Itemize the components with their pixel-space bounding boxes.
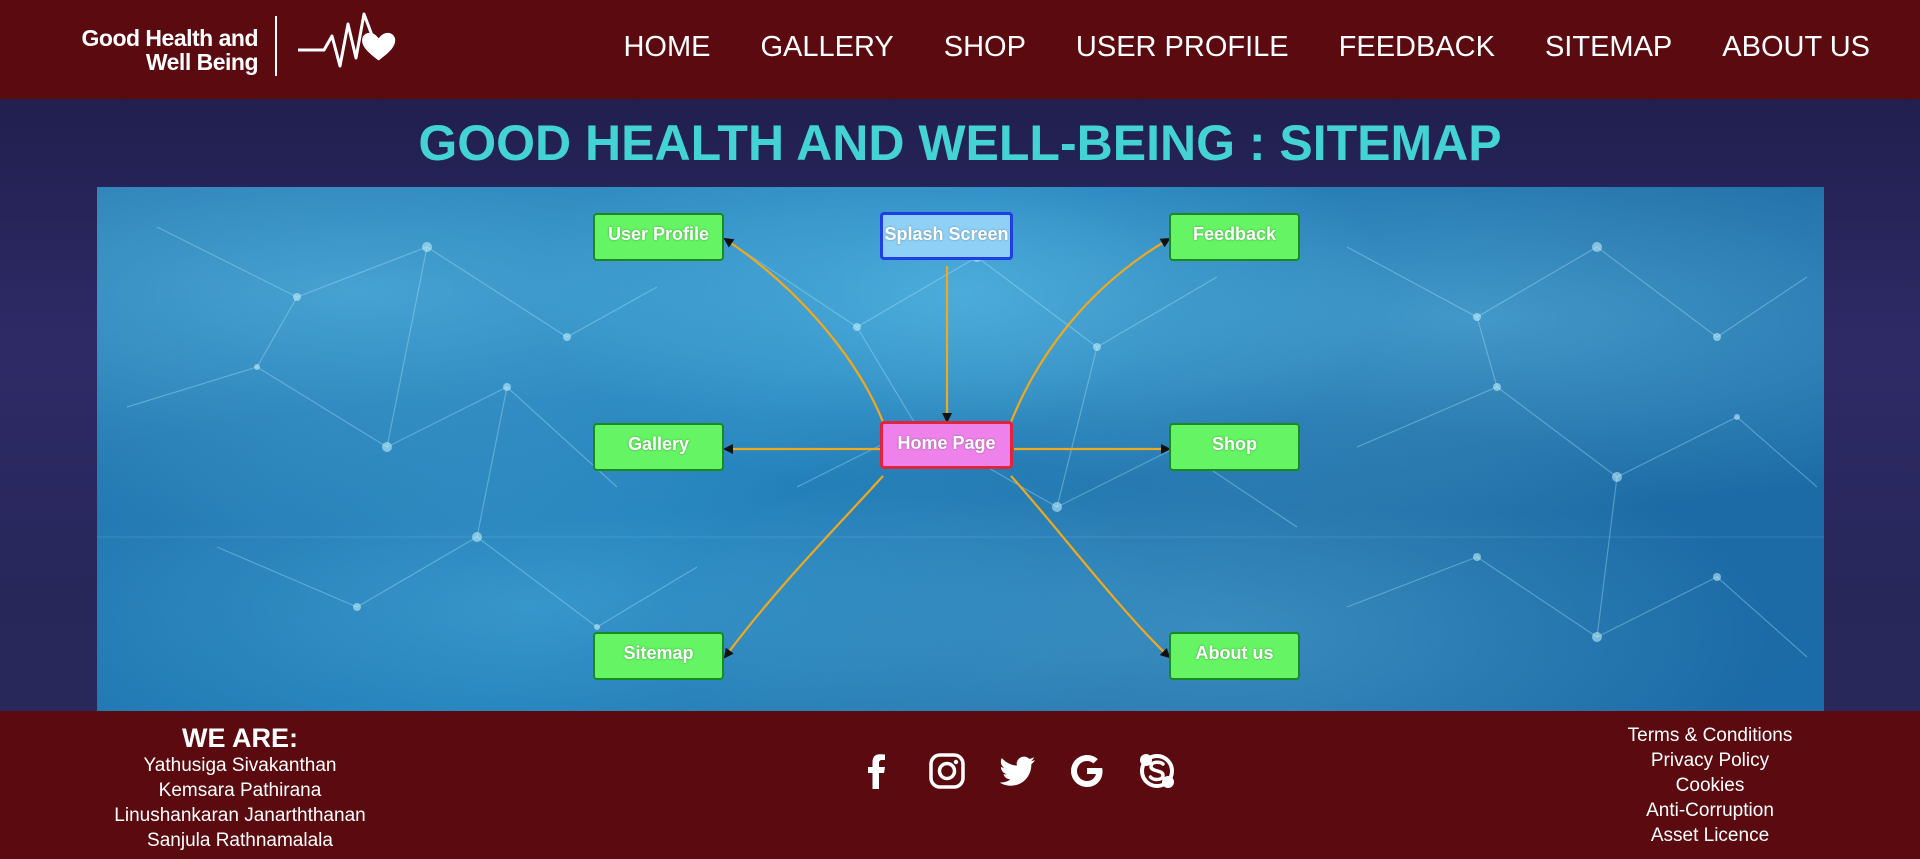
edge-home-about-us	[1010, 475, 1171, 659]
node-shop[interactable]: Shop	[1169, 423, 1300, 471]
edge-home-user-profile	[723, 237, 885, 423]
node-about-us[interactable]: About us	[1169, 632, 1300, 680]
nav-user-profile[interactable]: USER PROFILE	[1076, 30, 1289, 64]
node-sitemap[interactable]: Sitemap	[593, 632, 724, 680]
nav-sitemap[interactable]: SITEMAP	[1545, 30, 1672, 64]
logo-text-line1: Good Health and	[81, 25, 259, 51]
team-member: Yathusiga Sivakanthan	[143, 755, 337, 776]
logo-divider	[275, 16, 277, 76]
site-footer: WE ARE: Yathusiga Sivakanthan Kemsara Pa…	[0, 711, 1920, 859]
page-title: GOOD HEALTH AND WELL-BEING : SITEMAP	[418, 115, 1502, 171]
node-splash-screen[interactable]: Splash Screen	[880, 212, 1013, 260]
cookies-link[interactable]: Cookies	[1600, 773, 1820, 798]
instagram-icon[interactable]	[925, 749, 969, 793]
asset-licence-link[interactable]: Asset Licence	[1600, 823, 1820, 848]
nav-about-us[interactable]: ABOUT US	[1722, 30, 1870, 64]
twitter-icon[interactable]	[995, 749, 1039, 793]
node-gallery[interactable]: Gallery	[593, 423, 724, 471]
privacy-link[interactable]: Privacy Policy	[1600, 748, 1820, 773]
sitemap-diagram: User Profile Splash Screen Feedback Gall…	[97, 187, 1824, 711]
social-links	[855, 749, 1205, 793]
google-icon[interactable]	[1065, 749, 1109, 793]
nav-gallery[interactable]: GALLERY	[760, 30, 893, 64]
logo-text-line2: Well Being	[145, 49, 259, 75]
skype-icon[interactable]	[1135, 749, 1179, 793]
terms-link[interactable]: Terms & Conditions	[1600, 723, 1820, 748]
heartbeat-heart-icon	[298, 12, 396, 68]
node-feedback[interactable]: Feedback	[1169, 213, 1300, 261]
nav-shop[interactable]: SHOP	[944, 30, 1026, 64]
team-heading: WE ARE:	[182, 723, 298, 753]
anti-corruption-link[interactable]: Anti-Corruption	[1600, 798, 1820, 823]
team-member: Sanjula Rathnamalala	[147, 830, 333, 851]
main-nav: HOME GALLERY SHOP USER PROFILE FEEDBACK …	[573, 30, 1870, 64]
edge-home-sitemap	[723, 475, 884, 659]
edge-home-feedback	[1009, 237, 1171, 423]
site-header: Good Health and Well Being HOME GALLERY …	[0, 0, 1920, 99]
team-member: Linushankaran Janarththanan	[114, 805, 366, 826]
team-section: WE ARE: Yathusiga Sivakanthan Kemsara Pa…	[100, 723, 380, 853]
facebook-icon[interactable]	[855, 749, 899, 793]
nav-home[interactable]: HOME	[623, 30, 710, 64]
team-member: Kemsara Pathirana	[158, 780, 322, 801]
site-logo[interactable]: Good Health and Well Being	[70, 8, 410, 78]
legal-links: Terms & Conditions Privacy Policy Cookie…	[1600, 723, 1820, 848]
node-user-profile[interactable]: User Profile	[593, 213, 724, 261]
nav-feedback[interactable]: FEEDBACK	[1339, 30, 1495, 64]
logo-text: Good Health and Well Being	[70, 25, 259, 75]
node-home-page[interactable]: Home Page	[880, 421, 1013, 469]
